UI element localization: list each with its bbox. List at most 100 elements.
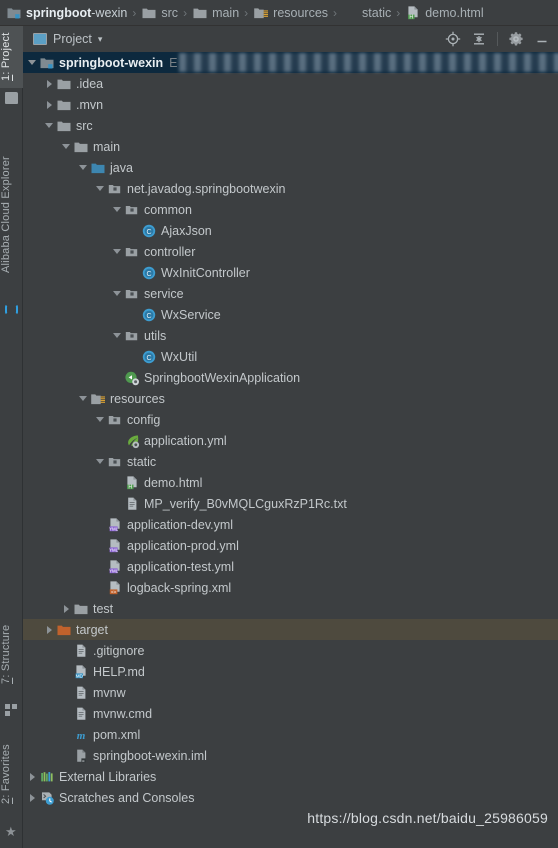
text-file-icon (73, 685, 89, 701)
gear-icon[interactable] (508, 31, 524, 47)
breadcrumb-label: static (362, 5, 392, 20)
tree-row[interactable]: Scratches and Consoles (23, 787, 558, 808)
tree-twisty-open-icon[interactable] (44, 120, 56, 132)
tree-twisty-open-icon[interactable] (112, 246, 124, 258)
tree-row-label: Scratches and Consoles (59, 790, 195, 805)
package-icon (107, 181, 123, 197)
tree-twisty-closed-icon[interactable] (61, 603, 73, 615)
tree-twisty-open-icon[interactable] (95, 456, 107, 468)
excluded-folder-icon (56, 622, 72, 638)
breadcrumb-separator: › (333, 5, 338, 20)
tree-twisty-open-icon[interactable] (27, 57, 39, 69)
yml-file-icon: YML (107, 538, 123, 554)
tree-row[interactable]: springboot-wexin E (23, 52, 558, 73)
iml-file-icon (73, 748, 89, 764)
tree-twisty-open-icon[interactable] (112, 330, 124, 342)
tree-twisty-closed-icon[interactable] (44, 99, 56, 111)
breadcrumb-separator: › (244, 5, 249, 20)
xml-file-icon: <> (107, 580, 123, 596)
tree-row-label: .idea (76, 76, 104, 91)
tree-twisty-open-icon[interactable] (78, 393, 90, 405)
tree-row[interactable]: mvnw.cmd (23, 703, 558, 724)
tree-twisty-closed-icon[interactable] (27, 771, 39, 783)
tree-row[interactable]: java (23, 157, 558, 178)
tree-row[interactable]: springboot-wexin.iml (23, 745, 558, 766)
project-tree[interactable]: springboot-wexin E .idea .mvn src main java net… (23, 52, 558, 848)
tree-twisty-closed-icon[interactable] (27, 792, 39, 804)
tree-twisty-open-icon[interactable] (61, 141, 73, 153)
tree-row[interactable]: SpringbootWexinApplication (23, 367, 558, 388)
tree-row-label: src (76, 118, 93, 133)
tree-row-label: logback-spring.xml (127, 580, 232, 595)
svg-text:YML: YML (109, 547, 119, 552)
breadcrumb-item-main[interactable]: main (192, 0, 239, 26)
tree-row[interactable]: MP_verify_B0vMQLCguxRzP1Rc.txt (23, 493, 558, 514)
tree-twisty-open-icon[interactable] (78, 162, 90, 174)
tree-row[interactable]: External Libraries (23, 766, 558, 787)
tree-twisty-open-icon[interactable] (95, 183, 107, 195)
tree-row[interactable]: C WxService (23, 304, 558, 325)
tree-row[interactable]: src (23, 115, 558, 136)
breadcrumb-item-resources[interactable]: resources (253, 0, 328, 26)
tree-row[interactable]: utils (23, 325, 558, 346)
tree-row[interactable]: mvnw (23, 682, 558, 703)
tree-row[interactable]: target (23, 619, 558, 640)
tree-row[interactable]: C WxInitController (23, 262, 558, 283)
tree-row[interactable]: .idea (23, 73, 558, 94)
tree-row-label: MP_verify_B0vMQLCguxRzP1Rc.txt (144, 496, 347, 511)
tree-row-label: HELP.md (93, 664, 145, 679)
tree-row[interactable]: Hdemo.html (23, 472, 558, 493)
tree-row-label: SpringbootWexinApplication (144, 370, 301, 385)
tree-row[interactable]: YML application-test.yml (23, 556, 558, 577)
tree-twisty-open-icon[interactable] (95, 414, 107, 426)
tree-row[interactable]: resources (23, 388, 558, 409)
breadcrumb-item-springboot-wexin[interactable]: springboot-wexin (6, 0, 127, 26)
rail-tab-2-favorites[interactable]: 2: Favorites (0, 726, 23, 822)
tree-row[interactable]: main (23, 136, 558, 157)
tree-row-label: static (127, 454, 157, 469)
svg-text:C: C (146, 229, 151, 236)
rail-tab-1-project[interactable]: 1: Project (0, 26, 23, 88)
tree-row[interactable]: YML application-dev.yml (23, 514, 558, 535)
chevron-down-icon[interactable]: ▾ (98, 34, 103, 45)
markdown-file-icon: MD (73, 664, 89, 680)
svg-text:C: C (146, 355, 151, 362)
tree-row[interactable]: m pom.xml (23, 724, 558, 745)
tree-row[interactable]: application.yml (23, 430, 558, 451)
tree-twisty-closed-icon[interactable] (44, 78, 56, 90)
tree-twisty-open-icon[interactable] (112, 204, 124, 216)
tool-window-title[interactable]: Project (53, 32, 92, 46)
tree-row[interactable]: MD HELP.md (23, 661, 558, 682)
tree-row[interactable]: .gitignore (23, 640, 558, 661)
tree-twisty-closed-icon[interactable] (44, 624, 56, 636)
collapse-all-icon[interactable] (471, 31, 487, 47)
tree-row[interactable]: C WxUtil (23, 346, 558, 367)
tree-twisty-open-icon[interactable] (112, 288, 124, 300)
tree-row[interactable]: <> logback-spring.xml (23, 577, 558, 598)
tree-row[interactable]: static (23, 451, 558, 472)
tree-row[interactable]: .mvn (23, 94, 558, 115)
tree-row[interactable]: controller (23, 241, 558, 262)
package-icon (107, 454, 123, 470)
tree-row[interactable]: common (23, 199, 558, 220)
tree-row[interactable]: test (23, 598, 558, 619)
tree-row[interactable]: service (23, 283, 558, 304)
tree-row[interactable]: net.javadog.springbootwexin (23, 178, 558, 199)
tree-row[interactable]: C AjaxJson (23, 220, 558, 241)
tree-row[interactable]: config (23, 409, 558, 430)
svg-text:m: m (77, 730, 86, 742)
tree-row-label: WxService (161, 307, 221, 322)
locate-in-tree-icon[interactable] (445, 31, 461, 47)
breadcrumb-item-src[interactable]: src (141, 0, 178, 26)
rail-tab-7-structure[interactable]: 7: Structure (0, 606, 23, 702)
hide-tool-window-icon[interactable] (534, 31, 550, 47)
breadcrumb-label: springboot-wexin (26, 5, 128, 20)
breadcrumb-item-demo-html[interactable]: Hdemo.html (405, 0, 484, 26)
rail-tab-alibaba-cloud-explorer[interactable]: Alibaba Cloud Explorer (0, 130, 23, 300)
tree-row[interactable]: YML application-prod.yml (23, 535, 558, 556)
breadcrumb-label: resources (273, 5, 329, 20)
breadcrumb-item-static[interactable]: static (342, 0, 391, 26)
folder-icon (73, 139, 89, 155)
